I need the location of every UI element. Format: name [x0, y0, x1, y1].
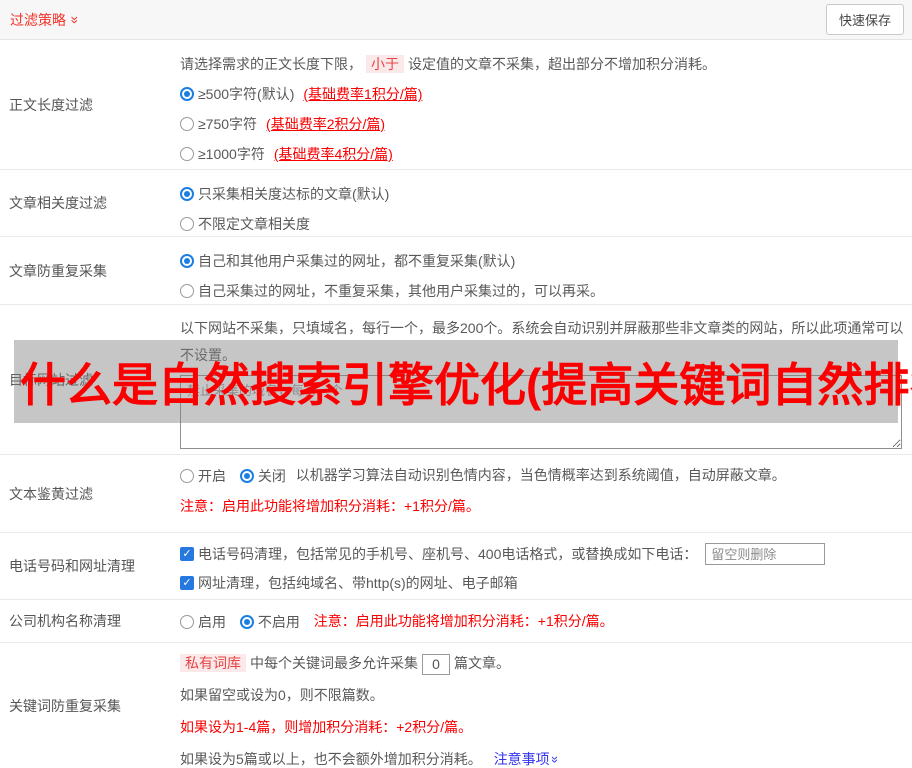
notice-link[interactable]: 注意事项«	[493, 750, 561, 767]
link-label: 注意事项	[493, 750, 550, 767]
double-chevron-down-icon: «	[545, 755, 561, 763]
radio-icon[interactable]	[180, 469, 194, 484]
dedup-option-global[interactable]: 自己和其他用户采集过的网址，都不重复采集(默认)	[180, 251, 904, 271]
option-fee-note: (基础费率1积分/篇)	[303, 86, 423, 102]
option-fee-note: (基础费率2积分/篇)	[266, 116, 386, 132]
private-thesaurus-badge: 私有词库	[180, 654, 246, 672]
radio-icon[interactable]	[180, 217, 194, 231]
note-text: 如果设为5篇或以上，也不会额外增加积分消耗。	[180, 750, 482, 767]
quick-save-button[interactable]: 快速保存	[825, 4, 904, 35]
row-content-dedup: 自己和其他用户采集过的网址，都不重复采集(默认) 自己采集过的网址，不重复采集，…	[180, 237, 912, 304]
option-label: 自己采集过的网址，不重复采集，其他用户采集过的，可以再采。	[198, 283, 604, 299]
limit-text-end: 篇文章。	[454, 655, 510, 671]
option-label: 只采集相关度达标的文章(默认)	[198, 186, 390, 202]
row-porn-filter: 文本鉴黄过滤 开启 关闭 以机器学习算法自动识别色情内容，当色情概率达到系统阈值…	[0, 455, 912, 533]
row-relevance-filter: 文章相关度过滤 只采集相关度达标的文章(默认) 不限定文章相关度	[0, 170, 912, 237]
radio-icon[interactable]	[180, 284, 194, 298]
ad-overlay-text: 什么是自然搜索引擎优化(提高关键词自然排名	[20, 358, 912, 411]
intro-text-post: 设定值的文章不采集，超出部分不增加积分消耗。	[408, 56, 716, 72]
replacement-phone-input[interactable]	[705, 543, 826, 565]
keyword-note-cost: 如果设为1-4篇，则增加积分消耗：+2积分/篇。	[180, 718, 473, 735]
section-title-toggle[interactable]: 过滤策略 «	[10, 10, 81, 30]
row-content-phone-url: 电话号码清理，包括常见的手机号、座机号、400电话格式，或替换成如下电话： 网址…	[180, 533, 912, 599]
option-label: 启用	[198, 614, 226, 631]
option-label: ≥1000字符	[198, 146, 265, 162]
option-label: 不限定文章相关度	[198, 216, 310, 232]
page-title: 过滤策略	[10, 11, 66, 28]
keyword-note-zero: 如果留空或设为0，则不限篇数。	[180, 686, 384, 703]
option-label: 自己和其他用户采集过的网址，都不重复采集(默认)	[198, 253, 516, 269]
row-label: 文章防重复采集	[9, 262, 107, 279]
option-fee-note: (基础费率4积分/篇)	[273, 146, 393, 162]
row-phone-url-clean: 电话号码和网址清理 电话号码清理，包括常见的手机号、座机号、400电话格式，或替…	[0, 533, 912, 600]
company-clean-options: 启用 不启用 注意：启用此功能将增加积分消耗：+1积分/篇。	[180, 611, 904, 632]
keyword-note-five: 如果设为5篇或以上，也不会额外增加积分消耗。 注意事项«	[180, 749, 904, 768]
row-content-porn-filter: 开启 关闭 以机器学习算法自动识别色情内容，当色情概率达到系统阈值，自动屏蔽文章…	[180, 455, 912, 532]
row-label: 关键词防重复采集	[9, 697, 121, 714]
radio-icon[interactable]	[180, 147, 194, 161]
header-bar: 过滤策略 « 快速保存	[0, 0, 912, 40]
porn-filter-options: 开启 关闭 以机器学习算法自动识别色情内容，当色情概率达到系统阈值，自动屏蔽文章…	[180, 465, 904, 486]
floating-ad-overlay[interactable]: 什么是自然搜索引擎优化(提高关键词自然排名	[14, 340, 912, 423]
length-intro: 请选择需求的正文长度下限， 小于 设定值的文章不采集，超出部分不增加积分消耗。	[180, 54, 904, 74]
url-clean-item[interactable]: 网址清理，包括纯域名、带http(s)的网址、电子邮箱	[180, 573, 904, 593]
radio-icon[interactable]	[180, 615, 194, 630]
length-option-750[interactable]: ≥750字符 (基础费率2积分/篇)	[180, 114, 904, 134]
option-label: 关闭	[257, 468, 286, 485]
less-than-badge: 小于	[366, 55, 404, 73]
radio-selected-icon[interactable]	[180, 87, 194, 101]
filter-strategy-page: 过滤策略 « 快速保存 正文长度过滤 请选择需求的正文长度下限， 小于 设定值的文章…	[0, 0, 912, 768]
row-dedup-filter: 文章防重复采集 自己和其他用户采集过的网址，都不重复采集(默认) 自己采集过的网…	[0, 237, 912, 305]
company-clean-cost-note: 注意：启用此功能将增加积分消耗：+1积分/篇。	[313, 613, 614, 629]
option-label: 不启用	[257, 614, 300, 631]
double-chevron-down-icon: «	[64, 15, 81, 24]
intro-text-pre: 请选择需求的正文长度下限，	[180, 56, 362, 72]
row-label: 正文长度过滤	[9, 96, 93, 113]
row-content-length-filter: 请选择需求的正文长度下限， 小于 设定值的文章不采集，超出部分不增加积分消耗。 ≥5…	[180, 40, 912, 169]
porn-option-off[interactable]: 关闭	[239, 466, 286, 486]
row-label: 文章相关度过滤	[9, 195, 107, 211]
option-label: ≥500字符(默认)	[198, 86, 295, 102]
checkbox-checked-icon[interactable]	[180, 547, 194, 561]
porn-filter-cost-note: 注意：启用此功能将增加积分消耗：+1积分/篇。	[180, 498, 480, 515]
row-label: 电话号码和网址清理	[9, 558, 135, 574]
phone-clean-item[interactable]: 电话号码清理，包括常见的手机号、座机号、400电话格式，或替换成如下电话：	[180, 543, 904, 565]
radio-selected-icon[interactable]	[239, 615, 254, 630]
radio-icon[interactable]	[180, 117, 194, 131]
company-option-on[interactable]: 启用	[180, 612, 226, 632]
checkbox-checked-icon[interactable]	[180, 576, 194, 590]
row-company-clean: 公司机构名称清理 启用 不启用 注意：启用此功能将增加积分消耗：+1积分/篇。	[0, 600, 912, 643]
row-content-company: 启用 不启用 注意：启用此功能将增加积分消耗：+1积分/篇。	[180, 600, 912, 642]
option-label: 开启	[198, 468, 226, 485]
company-option-off[interactable]: 不启用	[239, 612, 300, 632]
radio-selected-icon[interactable]	[239, 469, 254, 484]
row-label: 文本鉴黄过滤	[9, 485, 93, 502]
keyword-limit-line: 私有词库中每个关键词最多允许采集 篇文章。	[180, 653, 904, 675]
dedup-option-self[interactable]: 自己采集过的网址，不重复采集，其他用户采集过的，可以再采。	[180, 281, 904, 301]
row-label: 公司机构名称清理	[9, 613, 121, 629]
row-content-keyword-dedup: 私有词库中每个关键词最多允许采集 篇文章。 如果留空或设为0，则不限篇数。 如果设…	[180, 643, 912, 768]
phone-clean-label: 电话号码清理，包括常见的手机号、座机号、400电话格式，或替换成如下电话：	[198, 546, 698, 562]
radio-selected-icon[interactable]	[180, 254, 194, 268]
length-option-500[interactable]: ≥500字符(默认) (基础费率1积分/篇)	[180, 84, 904, 104]
porn-option-on[interactable]: 开启	[180, 466, 226, 486]
relevance-option-strict[interactable]: 只采集相关度达标的文章(默认)	[180, 184, 904, 204]
option-label: ≥750字符	[198, 116, 258, 132]
url-clean-label: 网址清理，包括纯域名、带http(s)的网址、电子邮箱	[198, 575, 518, 591]
limit-text-mid: 中每个关键词最多允许采集	[250, 655, 418, 671]
row-content-relevance: 只采集相关度达标的文章(默认) 不限定文章相关度	[180, 170, 912, 236]
porn-filter-description: 以机器学习算法自动识别色情内容，当色情概率达到系统阈值，自动屏蔽文章。	[295, 467, 786, 483]
keyword-limit-input[interactable]	[422, 653, 450, 675]
relevance-option-any[interactable]: 不限定文章相关度	[180, 214, 904, 234]
length-option-1000[interactable]: ≥1000字符 (基础费率4积分/篇)	[180, 144, 904, 164]
row-length-filter: 正文长度过滤 请选择需求的正文长度下限， 小于 设定值的文章不采集，超出部分不增加积…	[0, 40, 912, 170]
row-keyword-dedup: 关键词防重复采集 私有词库中每个关键词最多允许采集 篇文章。 如果留空或设为0，则…	[0, 643, 912, 768]
radio-selected-icon[interactable]	[180, 187, 194, 201]
